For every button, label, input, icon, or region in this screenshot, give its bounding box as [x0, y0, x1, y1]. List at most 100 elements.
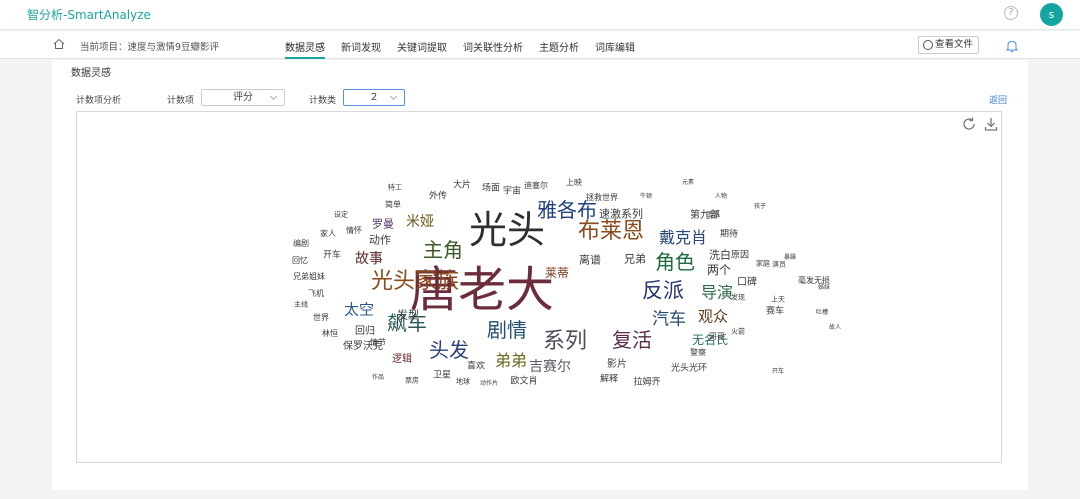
cloud-word[interactable]: 莱蒂: [545, 267, 569, 279]
home-icon[interactable]: [53, 38, 65, 50]
cloud-word[interactable]: 兄弟姐妹: [293, 273, 325, 281]
cloud-word[interactable]: 复活: [612, 330, 652, 350]
cloud-word[interactable]: 外传: [429, 192, 447, 202]
cloud-word[interactable]: 孩子: [754, 204, 766, 210]
view-file-button[interactable]: 查看文件: [918, 36, 979, 54]
cloud-word[interactable]: 牛顿: [640, 194, 652, 200]
cloud-word[interactable]: 原因: [731, 251, 749, 261]
cloud-word[interactable]: 上映: [566, 179, 582, 187]
cloud-word[interactable]: 宇宙: [503, 187, 521, 197]
cloud-word[interactable]: 动作片: [480, 381, 498, 387]
cloud-word[interactable]: 地球: [456, 378, 470, 386]
cloud-word[interactable]: 导演: [701, 285, 733, 301]
cloud-word[interactable]: 欧文肖: [510, 377, 537, 387]
subtab-data-inspiration[interactable]: 数据灵感: [71, 64, 111, 86]
cloud-word[interactable]: 编剧: [293, 240, 309, 248]
cloud-word[interactable]: 解释: [600, 375, 618, 385]
cloud-word[interactable]: 反派: [642, 280, 684, 302]
cloud-word[interactable]: 拯救世界: [586, 194, 618, 202]
cloud-word[interactable]: 吐槽: [816, 310, 828, 316]
count-class-select[interactable]: 2: [343, 89, 405, 106]
count-class-label: 计数类: [309, 96, 337, 106]
cloud-word[interactable]: 光头: [469, 211, 545, 249]
cloud-word[interactable]: 主线: [294, 301, 308, 309]
cloud-word[interactable]: 发现: [731, 294, 745, 302]
cloud-word[interactable]: 人物: [715, 194, 727, 200]
cloud-word[interactable]: 大片: [453, 181, 471, 191]
cloud-word[interactable]: 开车: [772, 369, 784, 375]
cloud-word[interactable]: 洗白: [709, 250, 731, 261]
cloud-word[interactable]: 观众: [698, 309, 728, 325]
cloud-word[interactable]: 飞机: [308, 290, 324, 298]
cloud-word[interactable]: 回忆: [292, 257, 308, 265]
cloud-word[interactable]: 汽车: [652, 311, 686, 329]
cloud-word[interactable]: 头发: [429, 340, 469, 360]
cloud-word[interactable]: 票房: [405, 377, 419, 385]
cloud-word[interactable]: 两个: [707, 264, 731, 276]
cloud-word[interactable]: 系列: [543, 331, 587, 353]
cloud-word[interactable]: 家庭: [756, 260, 770, 268]
tab-new-words[interactable]: 新词发现: [341, 31, 381, 59]
cloud-word[interactable]: 口碑: [737, 278, 757, 288]
cloud-word[interactable]: 期待: [720, 230, 738, 240]
cloud-word[interactable]: 场面: [482, 184, 500, 194]
cloud-word[interactable]: 光头光环: [671, 364, 707, 374]
cloud-word[interactable]: 暴躁: [784, 255, 796, 261]
cloud-word[interactable]: 姊妹: [818, 285, 830, 291]
cloud-word[interactable]: 故人: [829, 325, 841, 331]
cloud-word[interactable]: 拉姆齐: [633, 378, 660, 388]
cloud-word[interactable]: 哥哥: [709, 333, 725, 341]
cloud-word[interactable]: 演员: [772, 261, 786, 269]
avatar[interactable]: s: [1040, 3, 1063, 26]
cloud-word[interactable]: 发型: [397, 310, 419, 321]
cloud-word[interactable]: 太空: [344, 302, 374, 318]
tab-data-inspiration[interactable]: 数据灵感: [285, 31, 325, 59]
cloud-word[interactable]: 警察: [690, 349, 706, 357]
back-link[interactable]: 返回: [989, 93, 1007, 106]
cloud-word[interactable]: 元素: [682, 180, 694, 186]
cloud-word[interactable]: 米娅: [406, 215, 434, 229]
cloud-word[interactable]: 故事: [355, 252, 383, 266]
tab-topic-analysis[interactable]: 主题分析: [539, 31, 579, 59]
cloud-word[interactable]: 特工: [388, 184, 402, 192]
cloud-word[interactable]: 动作: [369, 235, 391, 246]
tab-word-association[interactable]: 词关联性分析: [463, 31, 523, 59]
cloud-word[interactable]: 影片: [607, 360, 627, 370]
cloud-word[interactable]: 主角: [423, 240, 463, 260]
cloud-word[interactable]: 情节: [370, 339, 386, 347]
cloud-word[interactable]: 逻辑: [392, 355, 412, 365]
tab-lexicon-edit[interactable]: 词库编辑: [595, 31, 635, 59]
cloud-word[interactable]: 回归: [355, 327, 375, 337]
cloud-word[interactable]: 布莱恩: [578, 221, 644, 243]
cloud-word[interactable]: 情怀: [346, 227, 362, 235]
cloud-word[interactable]: 家人: [320, 230, 336, 238]
cloud-word[interactable]: 作品: [372, 375, 384, 381]
cloud-word[interactable]: 戴克肖: [659, 230, 707, 246]
count-item-select[interactable]: 评分: [201, 89, 285, 106]
tab-keyword-extraction[interactable]: 关键词提取: [397, 31, 447, 59]
cloud-word[interactable]: 罗曼: [372, 219, 394, 230]
cloud-word[interactable]: 角色: [655, 252, 695, 272]
cloud-word[interactable]: 离谱: [579, 255, 601, 266]
cloud-word[interactable]: 设定: [334, 211, 348, 219]
cloud-word[interactable]: 迪塞尔: [524, 182, 548, 190]
cloud-word[interactable]: 卫星: [433, 371, 451, 381]
bell-icon[interactable]: [1005, 39, 1019, 53]
cloud-word[interactable]: 雅各布: [537, 200, 597, 220]
cloud-word[interactable]: 弟弟: [495, 353, 527, 369]
help-icon[interactable]: ?: [1004, 6, 1018, 20]
cloud-word[interactable]: 速激系列: [599, 209, 643, 220]
cloud-word[interactable]: 简单: [385, 201, 401, 209]
cloud-word[interactable]: 光头家族: [371, 271, 459, 293]
cloud-word[interactable]: 团队: [706, 211, 720, 219]
cloud-word[interactable]: 剧情: [487, 320, 527, 340]
cloud-word[interactable]: 林恒: [322, 330, 338, 338]
cloud-word[interactable]: 赛车: [766, 307, 784, 317]
cloud-word[interactable]: 开车: [323, 251, 341, 261]
cloud-word[interactable]: 上天: [771, 296, 785, 304]
cloud-word[interactable]: 喜欢: [467, 362, 485, 372]
cloud-word[interactable]: 世界: [313, 314, 329, 322]
cloud-word[interactable]: 吉赛尔: [529, 360, 571, 374]
cloud-word[interactable]: 兄弟: [624, 254, 646, 265]
cloud-word[interactable]: 火箭: [731, 328, 745, 336]
